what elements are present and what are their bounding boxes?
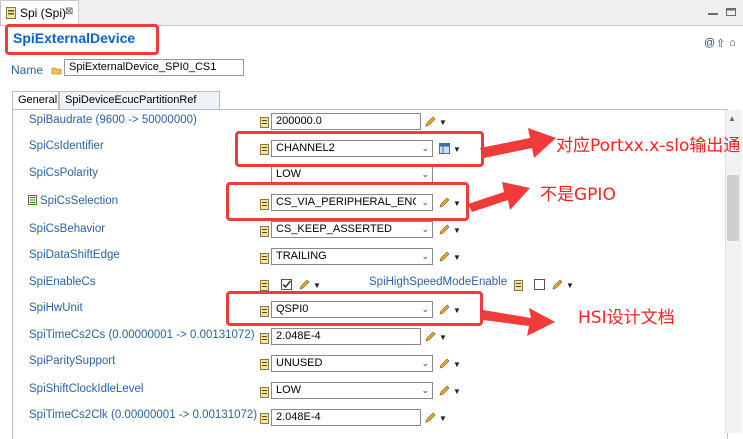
folder-pencil-icon [51,67,62,75]
spi-time-cs2cs-label: SpiTimeCs2Cs (0.00000001 -> 0.00131072) [29,329,255,341]
editor-tab-label: Spi (Spi) [20,6,67,20]
spi-parity-support-select[interactable]: UNUSED ⌄ [271,355,433,372]
spi-cs-polarity-value: LOW [276,168,302,180]
spi-data-shift-edge-label: SpiDataShiftEdge [29,249,120,261]
pencil-icon[interactable] [425,116,436,127]
spi-cs-polarity-select[interactable]: LOW ⌄ [271,166,433,183]
name-input[interactable]: SpiExternalDevice_SPI0_CS1 [64,59,244,76]
pencil-icon[interactable] [299,279,310,290]
module-icon [6,7,16,19]
annotation-arrow-2 [468,182,530,212]
dropdown-arrow-icon[interactable]: ▼ [313,281,321,290]
dropdown-arrow-icon[interactable]: ▼ [566,281,574,290]
config-icon [260,226,269,237]
name-label: Name [11,63,44,77]
dropdown-arrow-icon[interactable]: ▼ [439,118,447,127]
config-icon [260,413,269,424]
pencil-icon[interactable] [425,331,436,342]
spi-cs-behavior-value: CS_KEEP_ASSERTED [276,223,392,235]
editor-tab-bar [0,0,743,26]
pencil-icon[interactable] [439,224,450,235]
chevron-down-icon: ⌄ [421,224,429,234]
tab-general[interactable]: General [12,91,59,110]
up-icon[interactable]: ⇧ [716,37,725,50]
spi-parity-support-label: SpiParitySupport [29,355,116,367]
spi-cs-behavior-select[interactable]: CS_KEEP_ASSERTED ⌄ [271,221,433,238]
config-icon [260,333,269,344]
annotation-arrow-1 [480,128,556,158]
spi-shift-clock-idle-level-value: LOW [276,384,302,396]
spi-data-shift-edge-value: TRAILING [276,250,327,262]
spi-baudrate-label: SpiBaudrate (9600 -> 50000000) [29,114,197,126]
spi-high-speed-mode-enable-label: SpiHighSpeedModeEnable [369,276,508,288]
spi-hw-unit-label: SpiHwUnit [29,302,83,314]
pencil-icon[interactable] [425,412,436,423]
dropdown-arrow-icon[interactable]: ▼ [453,253,461,262]
dropdown-arrow-icon[interactable]: ▼ [439,414,447,423]
chevron-down-icon: ⌄ [421,385,429,395]
tab-spi-device-ecuc-partition-ref[interactable]: SpiDeviceEcucPartitionRef [59,91,220,110]
spi-high-speed-mode-checkbox[interactable] [534,279,545,290]
scrollbar-thumb[interactable] [727,175,739,241]
dropdown-arrow-icon[interactable]: ▼ [453,387,461,396]
close-icon[interactable]: ⊠ [65,6,73,17]
spi-enable-cs-checkbox[interactable] [281,279,292,290]
dropdown-arrow-icon[interactable]: ▼ [439,333,447,342]
spi-time-cs2clk-input[interactable]: 2.048E-4 [271,409,421,426]
spi-time-cs2clk-label: SpiTimeCs2Clk (0.00000001 -> 0.00131072) [29,409,258,421]
spi-cs-behavior-label: SpiCsBehavior [29,223,106,235]
spi-cs-selection-label: SpiCsSelection [40,195,118,207]
spi-enable-cs-label: SpiEnableCs [29,276,96,288]
spi-parity-support-value: UNUSED [276,357,323,369]
annotation-box-hw-unit [226,291,483,326]
spi-cs-polarity-label: SpiCsPolarity [29,167,99,179]
maximize-icon[interactable] [724,6,738,18]
spi-baudrate-input[interactable]: 200000.0 [271,113,421,130]
scroll-up-icon[interactable]: ▲ [728,114,736,123]
chevron-down-icon: ⌄ [421,251,429,261]
help-icon[interactable]: @ [704,37,715,49]
annotation-arrow-3 [483,308,555,336]
config-icon [260,117,269,128]
editor-tab-spi[interactable]: Spi (Spi) ⊠ [0,0,79,25]
dropdown-arrow-icon[interactable]: ▼ [453,360,461,369]
annotation-box-title [5,24,159,55]
spi-data-shift-edge-select[interactable]: TRAILING ⌄ [271,248,433,265]
config-icon [260,280,269,291]
pencil-icon[interactable] [439,251,450,262]
minimize-icon[interactable] [706,6,720,18]
config-icon [260,359,269,370]
annotation-box-cs-identifier [235,131,484,167]
spi-cs-identifier-label: SpiCsIdentifier [29,140,104,152]
home-icon[interactable]: ⌂ [729,37,736,49]
chevron-down-icon: ⌄ [421,358,429,368]
pencil-icon[interactable] [552,279,563,290]
dropdown-arrow-icon[interactable]: ▼ [453,226,461,235]
chevron-down-icon: ⌄ [421,169,429,179]
annotation-note-3: HSI设计文档 [578,308,675,328]
checkmark-icon [282,280,291,289]
config-icon [260,387,269,398]
spi-shift-clock-idle-level-label: SpiShiftClockIdleLevel [29,383,144,395]
config-icon [260,253,269,264]
annotation-box-cs-selection [226,182,469,221]
annotation-note-2: 不是GPIO [540,185,616,205]
subtab-bar: General SpiDeviceEcucPartitionRef [12,91,732,110]
config-icon [514,280,523,291]
vertical-scrollbar[interactable] [725,110,742,433]
pencil-icon[interactable] [439,358,450,369]
config-list-icon [28,195,37,205]
spi-time-cs2cs-input[interactable]: 2.048E-4 [271,328,421,345]
spi-shift-clock-idle-level-select[interactable]: LOW ⌄ [271,382,433,399]
pencil-icon[interactable] [439,385,450,396]
annotation-note-1: 对应Portxx.x-slo输出通 [556,136,741,156]
